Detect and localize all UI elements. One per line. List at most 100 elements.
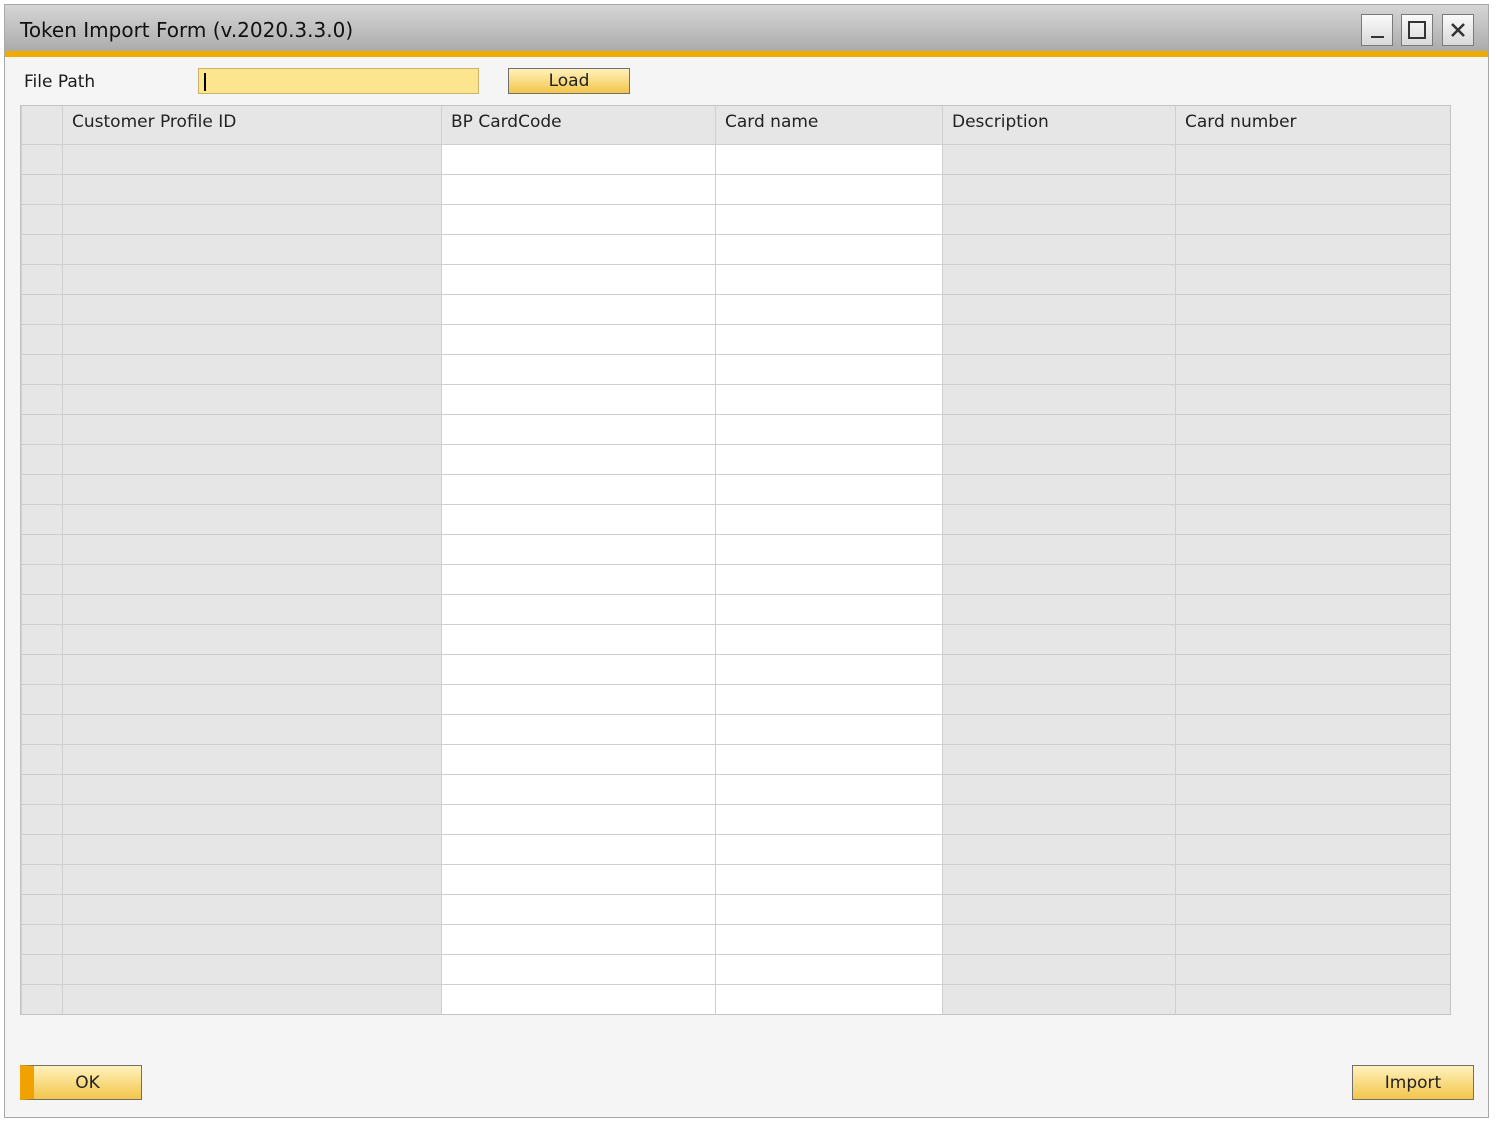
row-header-cell[interactable]: [21, 953, 63, 985]
import-button[interactable]: Import: [1352, 1065, 1474, 1100]
table-row[interactable]: [21, 803, 1450, 835]
cell-bp-cardcode[interactable]: [441, 173, 716, 205]
cell-card-name[interactable]: [715, 263, 943, 295]
table-row[interactable]: [21, 533, 1450, 565]
table-row[interactable]: [21, 293, 1450, 325]
table-row[interactable]: [21, 443, 1450, 475]
cell-bp-cardcode[interactable]: [441, 773, 716, 805]
cell-bp-cardcode[interactable]: [441, 923, 716, 955]
cell-card-name[interactable]: [715, 803, 943, 835]
cell-card-name[interactable]: [715, 923, 943, 955]
minimize-icon[interactable]: [1361, 14, 1393, 46]
table-row[interactable]: [21, 833, 1450, 865]
cell-card-name[interactable]: [715, 953, 943, 985]
cell-bp-cardcode[interactable]: [441, 503, 716, 535]
row-header-cell[interactable]: [21, 473, 63, 505]
row-header-cell[interactable]: [21, 323, 63, 355]
cell-card-name[interactable]: [715, 713, 943, 745]
cell-bp-cardcode[interactable]: [441, 743, 716, 775]
row-header-cell[interactable]: [21, 893, 63, 925]
table-row[interactable]: [21, 923, 1450, 955]
row-header-cell[interactable]: [21, 413, 63, 445]
row-header-cell[interactable]: [21, 203, 63, 235]
cell-bp-cardcode[interactable]: [441, 593, 716, 625]
row-header-cell[interactable]: [21, 173, 63, 205]
ok-button[interactable]: OK: [20, 1065, 142, 1100]
column-header-card-name[interactable]: Card name: [715, 106, 943, 145]
cell-card-name[interactable]: [715, 833, 943, 865]
cell-card-name[interactable]: [715, 653, 943, 685]
table-row[interactable]: [21, 173, 1450, 205]
table-row[interactable]: [21, 953, 1450, 985]
cell-bp-cardcode[interactable]: [441, 443, 716, 475]
cell-card-name[interactable]: [715, 473, 943, 505]
cell-bp-cardcode[interactable]: [441, 353, 716, 385]
cell-bp-cardcode[interactable]: [441, 233, 716, 265]
row-header-cell[interactable]: [21, 983, 63, 1014]
maximize-icon[interactable]: [1401, 14, 1433, 46]
cell-bp-cardcode[interactable]: [441, 953, 716, 985]
row-header-cell[interactable]: [21, 773, 63, 805]
table-row[interactable]: [21, 203, 1450, 235]
cell-card-name[interactable]: [715, 743, 943, 775]
cell-card-name[interactable]: [715, 773, 943, 805]
cell-bp-cardcode[interactable]: [441, 893, 716, 925]
table-row[interactable]: [21, 683, 1450, 715]
row-header-cell[interactable]: [21, 623, 63, 655]
column-header-customer-profile-id[interactable]: Customer Profile ID: [62, 106, 442, 145]
cell-card-name[interactable]: [715, 413, 943, 445]
row-header-cell[interactable]: [21, 143, 63, 175]
cell-bp-cardcode[interactable]: [441, 413, 716, 445]
table-row[interactable]: [21, 323, 1450, 355]
cell-bp-cardcode[interactable]: [441, 473, 716, 505]
row-header-cell[interactable]: [21, 533, 63, 565]
table-row[interactable]: [21, 983, 1450, 1014]
row-header-cell[interactable]: [21, 443, 63, 475]
cell-bp-cardcode[interactable]: [441, 623, 716, 655]
table-row[interactable]: [21, 713, 1450, 745]
cell-bp-cardcode[interactable]: [441, 533, 716, 565]
row-header-cell[interactable]: [21, 833, 63, 865]
table-row[interactable]: [21, 563, 1450, 595]
row-header-cell[interactable]: [21, 233, 63, 265]
cell-bp-cardcode[interactable]: [441, 293, 716, 325]
close-icon[interactable]: [1442, 14, 1474, 46]
cell-bp-cardcode[interactable]: [441, 653, 716, 685]
table-row[interactable]: [21, 413, 1450, 445]
title-bar[interactable]: Token Import Form (v.2020.3.3.0): [5, 5, 1488, 57]
load-button[interactable]: Load: [508, 68, 630, 94]
cell-bp-cardcode[interactable]: [441, 563, 716, 595]
column-header-description[interactable]: Description: [942, 106, 1176, 145]
table-row[interactable]: [21, 383, 1450, 415]
cell-card-name[interactable]: [715, 623, 943, 655]
table-row[interactable]: [21, 503, 1450, 535]
table-row[interactable]: [21, 143, 1450, 175]
row-header-cell[interactable]: [21, 383, 63, 415]
cell-card-name[interactable]: [715, 983, 943, 1014]
cell-card-name[interactable]: [715, 503, 943, 535]
row-header-cell[interactable]: [21, 803, 63, 835]
row-header-cell[interactable]: [21, 263, 63, 295]
table-row[interactable]: [21, 263, 1450, 295]
row-header-cell[interactable]: [21, 713, 63, 745]
cell-card-name[interactable]: [715, 533, 943, 565]
column-header-card-number[interactable]: Card number: [1175, 106, 1450, 145]
row-header-cell[interactable]: [21, 863, 63, 895]
table-row[interactable]: [21, 743, 1450, 775]
cell-bp-cardcode[interactable]: [441, 683, 716, 715]
cell-card-name[interactable]: [715, 323, 943, 355]
cell-card-name[interactable]: [715, 593, 943, 625]
column-header-bp-cardcode[interactable]: BP CardCode: [441, 106, 716, 145]
cell-bp-cardcode[interactable]: [441, 833, 716, 865]
cell-card-name[interactable]: [715, 293, 943, 325]
row-header-cell[interactable]: [21, 503, 63, 535]
cell-card-name[interactable]: [715, 143, 943, 175]
cell-card-name[interactable]: [715, 563, 943, 595]
cell-card-name[interactable]: [715, 383, 943, 415]
cell-card-name[interactable]: [715, 173, 943, 205]
table-row[interactable]: [21, 863, 1450, 895]
cell-card-name[interactable]: [715, 683, 943, 715]
cell-bp-cardcode[interactable]: [441, 803, 716, 835]
cell-bp-cardcode[interactable]: [441, 713, 716, 745]
row-header-cell[interactable]: [21, 683, 63, 715]
